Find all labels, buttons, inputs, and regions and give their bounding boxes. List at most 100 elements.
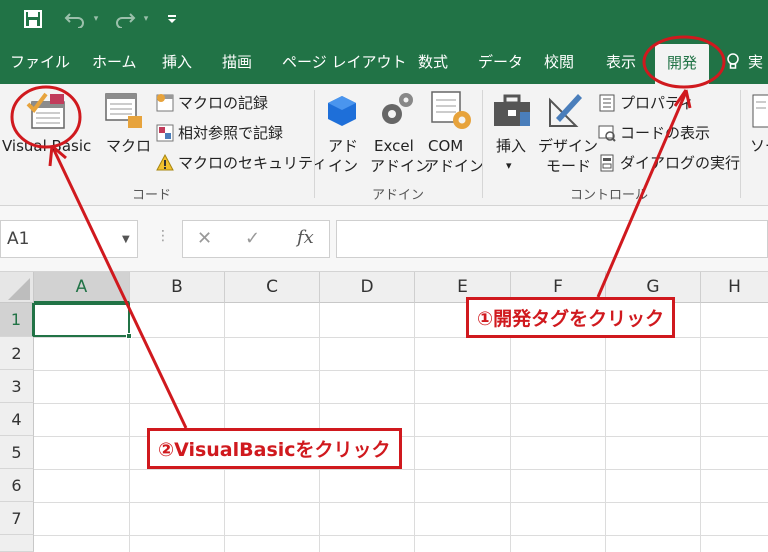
undo-icon[interactable] xyxy=(60,6,90,32)
column-header[interactable]: D xyxy=(320,272,415,303)
redo-dropdown-icon[interactable]: ▾ xyxy=(141,6,151,32)
source-icon xyxy=(752,94,768,128)
com-addins-button[interactable]: COM アドイン xyxy=(424,84,484,180)
macro-button[interactable]: マクロ xyxy=(100,84,151,170)
tell-me-lightbulb-icon[interactable] xyxy=(726,40,740,84)
design-mode-icon xyxy=(549,94,582,127)
row-header[interactable] xyxy=(0,535,34,552)
visual-basic-icon xyxy=(26,92,65,129)
annotation-step-1: ①開発タグをクリック xyxy=(466,297,676,338)
enter-icon[interactable]: ✓ xyxy=(245,228,260,249)
gridline xyxy=(34,403,768,404)
group-label-code: コード xyxy=(132,188,172,203)
com-addins-label-2: アドイン xyxy=(424,157,485,175)
row-header[interactable]: 4 xyxy=(0,403,34,436)
tab-tell-me-partial[interactable]: 実 xyxy=(748,40,763,84)
properties-icon xyxy=(598,94,616,112)
formula-bar-handle-icon: ⋮ xyxy=(156,228,170,244)
row-header[interactable]: 1 xyxy=(0,303,34,337)
view-code-icon xyxy=(598,124,616,142)
gridline xyxy=(700,303,701,552)
annotation-step-2: ②VisualBasicをクリック xyxy=(147,428,402,469)
ribbon-tab-bar: ファイル ホーム 挿入 描画 ページ レイアウト 数式 データ 校閲 表示 開発… xyxy=(0,40,768,84)
excel-addins-button[interactable]: Excel アドイン xyxy=(370,84,430,180)
cancel-icon[interactable]: ✕ xyxy=(197,228,212,249)
excel-addins-label-2: アドイン xyxy=(370,157,431,175)
visual-basic-button[interactable]: Visual Basic xyxy=(0,84,98,170)
column-header[interactable]: C xyxy=(225,272,320,303)
view-code-button[interactable]: コードの表示 xyxy=(598,122,710,143)
toolbox-icon xyxy=(494,94,530,126)
macro-security-label: マクロのセキュリティ xyxy=(178,154,328,172)
tab-page-layout[interactable]: ページ レイアウト xyxy=(282,40,406,84)
active-cell-a1[interactable] xyxy=(33,303,130,337)
design-mode-button[interactable]: デザイン モード xyxy=(538,84,598,180)
gridline xyxy=(510,303,511,552)
run-dialog-label: ダイアログの実行 xyxy=(620,154,741,172)
row-header[interactable]: 5 xyxy=(0,436,34,469)
insert-control-label: 挿入 xyxy=(496,137,527,155)
com-addins-label-1: COM xyxy=(428,137,464,155)
relative-reference-button[interactable]: 相対参照で記録 xyxy=(156,122,283,143)
column-header[interactable]: H xyxy=(701,272,768,303)
record-macro-icon xyxy=(156,93,174,112)
relative-reference-icon xyxy=(156,124,174,142)
macro-security-button[interactable]: マクロのセキュリティ xyxy=(156,152,327,173)
gridline xyxy=(34,502,768,503)
group-separator xyxy=(740,90,741,198)
addins-label-1: アド xyxy=(328,137,359,155)
macro-icon xyxy=(105,93,142,128)
run-dialog-button[interactable]: ダイアログの実行 xyxy=(598,152,740,173)
tab-formulas[interactable]: 数式 xyxy=(418,40,448,84)
properties-label: プロパティ xyxy=(620,94,695,112)
tab-home[interactable]: ホーム xyxy=(92,40,137,84)
insert-dropdown-icon: ▾ xyxy=(506,159,512,172)
name-box-dropdown-icon[interactable]: ▼ xyxy=(122,234,130,245)
row-header[interactable]: 2 xyxy=(0,337,34,370)
tab-developer[interactable]: 開発 xyxy=(655,44,710,84)
insert-control-button[interactable]: 挿入 ▾ xyxy=(486,84,536,180)
row-header[interactable]: 7 xyxy=(0,502,34,535)
group-label-controls: コントロール xyxy=(570,188,649,203)
excel-addins-label-1: Excel xyxy=(374,137,414,155)
source-button-partial[interactable]: ソー xyxy=(748,84,768,180)
group-separator xyxy=(314,90,315,198)
row-header[interactable]: 3 xyxy=(0,370,34,403)
insert-function-icon[interactable]: fx xyxy=(297,227,314,248)
design-mode-label-1: デザイン xyxy=(538,137,599,155)
redo-icon[interactable] xyxy=(110,6,140,32)
gridline xyxy=(129,303,130,552)
tab-file[interactable]: ファイル xyxy=(10,40,70,84)
gridline xyxy=(34,370,768,371)
save-icon[interactable] xyxy=(20,6,46,32)
name-box[interactable]: A1 xyxy=(0,220,138,258)
column-header[interactable]: B xyxy=(130,272,225,303)
gridline xyxy=(414,303,415,552)
record-macro-button[interactable]: マクロの記録 xyxy=(156,92,268,113)
select-all-corner[interactable] xyxy=(0,272,34,303)
run-dialog-icon xyxy=(598,154,616,172)
undo-dropdown-icon[interactable]: ▾ xyxy=(91,6,101,32)
group-separator xyxy=(482,90,483,198)
relative-reference-label: 相対参照で記録 xyxy=(178,124,284,142)
tab-insert[interactable]: 挿入 xyxy=(162,40,192,84)
tab-review[interactable]: 校閲 xyxy=(544,40,574,84)
addins-label-2: イン xyxy=(328,157,359,175)
fill-handle[interactable] xyxy=(126,333,132,339)
warning-icon xyxy=(156,153,174,172)
row-header[interactable]: 6 xyxy=(0,469,34,502)
column-header[interactable]: A xyxy=(34,272,130,303)
tab-draw[interactable]: 描画 xyxy=(222,40,252,84)
gear-icon xyxy=(382,93,413,124)
addin-cube-icon xyxy=(328,96,356,126)
customize-qat-icon[interactable] xyxy=(164,6,180,32)
formula-bar: A1 ▼ ⋮ ✕ ✓ fx xyxy=(0,206,768,272)
tab-view[interactable]: 表示 xyxy=(606,40,636,84)
properties-button[interactable]: プロパティ xyxy=(598,92,694,113)
addins-button[interactable]: アド イン xyxy=(318,84,366,180)
ribbon-developer: Visual Basic マクロ マクロの記録 相対参照で記録 マクロのセキュリ… xyxy=(0,84,768,206)
formula-input[interactable] xyxy=(336,220,768,258)
gridline xyxy=(34,469,768,470)
tab-data[interactable]: データ xyxy=(478,40,523,84)
design-mode-label-2: モード xyxy=(546,157,592,175)
